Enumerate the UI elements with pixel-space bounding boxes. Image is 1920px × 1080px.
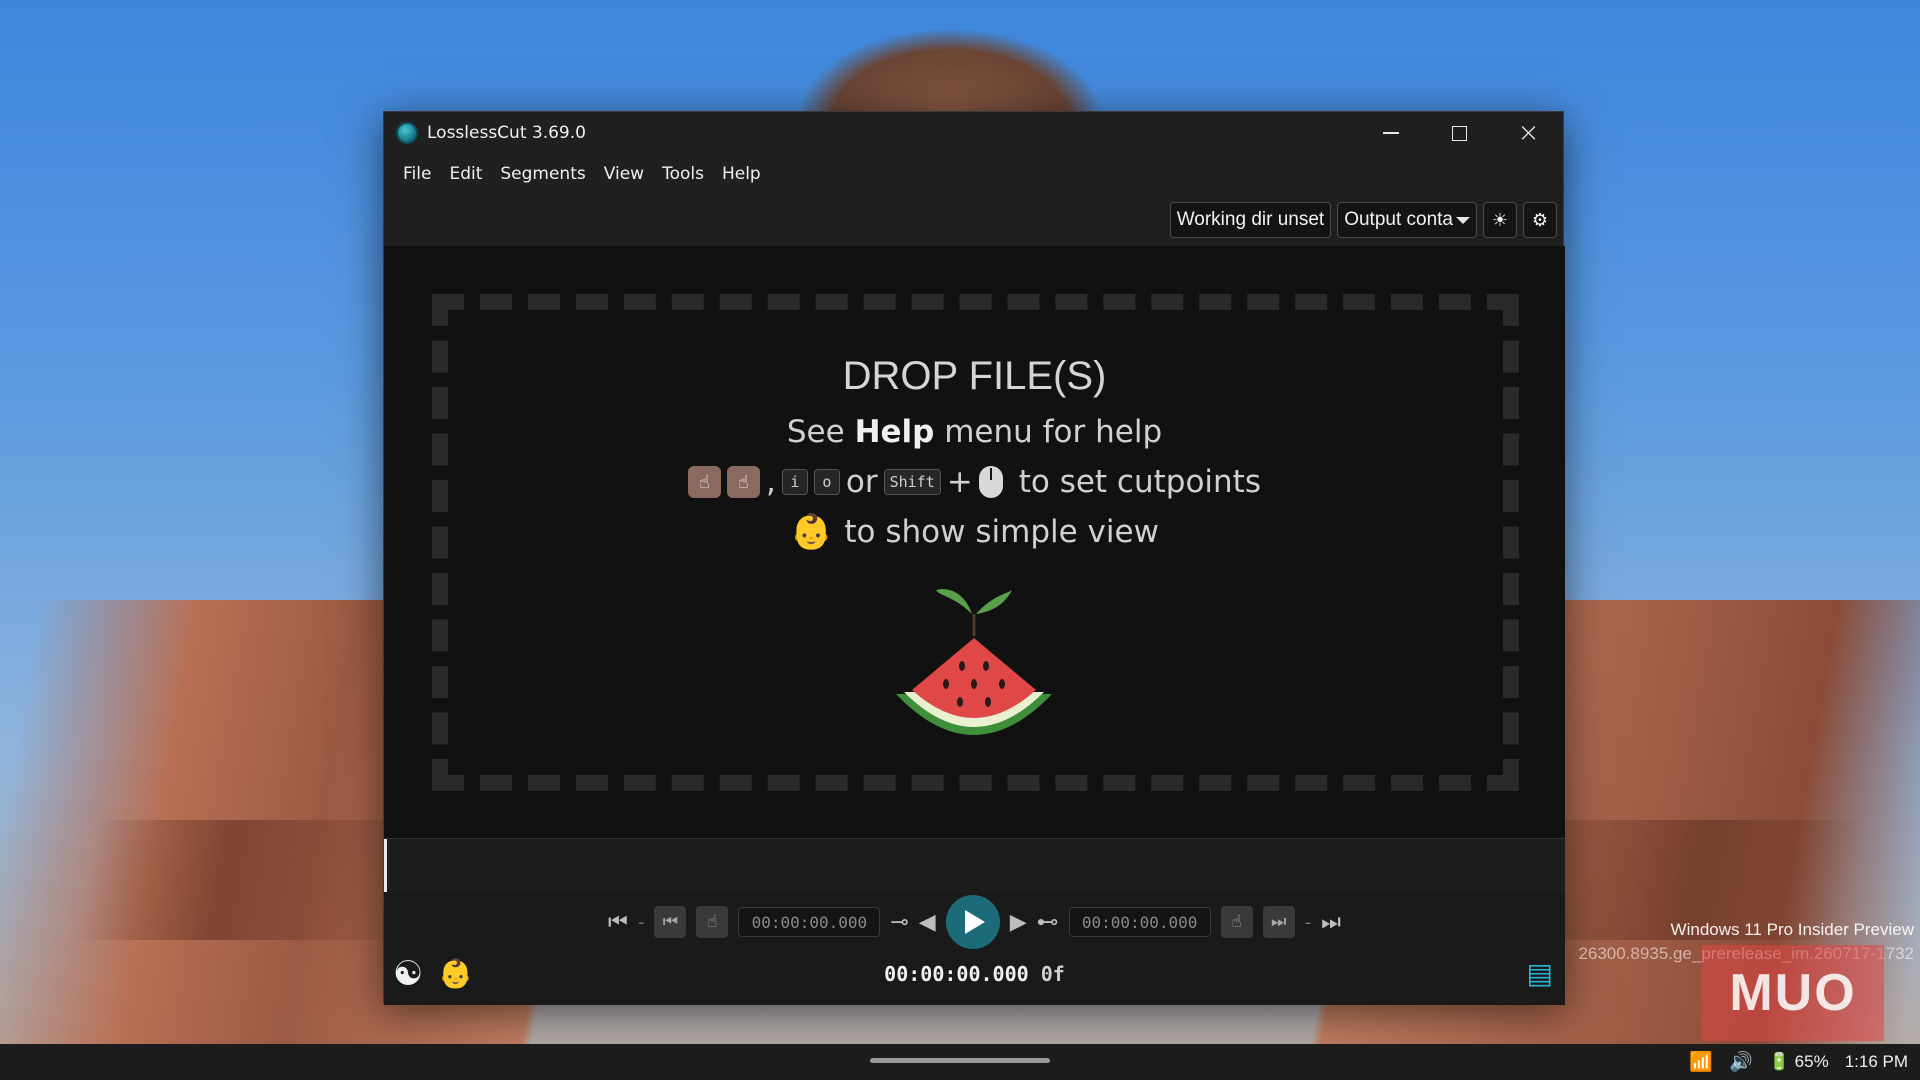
cutpoints-text: to set cutpoints (1018, 464, 1261, 500)
minimize-icon (1382, 132, 1399, 134)
drop-title: DROP FILE(S) (842, 354, 1107, 398)
watermark-line1: Windows 11 Pro Insider Preview (1670, 920, 1914, 939)
hint-plus: + (946, 464, 973, 500)
simple-view-hint: 👶 to show simple view (384, 512, 1565, 552)
menu-bar: File Edit Segments View Tools Help (384, 154, 1563, 194)
wallpaper-tower-top (800, 30, 1100, 120)
set-cut-start-button[interactable]: ☝ (696, 906, 729, 938)
window-controls: × (1356, 112, 1563, 154)
menu-tools[interactable]: Tools (653, 154, 713, 194)
key-i: i (781, 469, 808, 495)
cut-end-time[interactable]: 00:00:00.000 (1068, 907, 1211, 937)
jump-start-button[interactable]: ⏮ (608, 910, 628, 935)
playback-controls: ⏮ - ⏮ ☝ 00:00:00.000 ⊸ ◀ ▶ ⊷ 00:00:00.00… (384, 892, 1565, 1005)
end-dash: - (1304, 911, 1312, 933)
play-icon (965, 910, 986, 934)
timeline[interactable] (384, 838, 1565, 893)
maximize-icon (1452, 125, 1467, 141)
minimize-button[interactable] (1356, 112, 1425, 154)
top-toolbar: Working dir unset Output conta ☀ ⚙ (384, 194, 1563, 246)
menu-edit[interactable]: Edit (440, 154, 491, 194)
simple-view-text: to show simple view (844, 514, 1159, 550)
prev-keyframe-button[interactable]: ⊸ (890, 910, 908, 935)
segments-list-icon[interactable]: ▤ (1527, 958, 1553, 990)
watermelon-logo-icon (896, 589, 1052, 735)
mouse-icon (978, 466, 1003, 498)
cutpoints-hint: ☝ ☝ , i o or Shift + to set cutpoints (384, 464, 1565, 500)
drop-help-text: See Help menu for help (384, 414, 1565, 450)
theme-toggle-button[interactable]: ☀ (1483, 202, 1517, 238)
title-bar[interactable]: LosslessCut 3.69.0 × (384, 112, 1563, 154)
system-tray: 📶 🔊 🔋 65% 1:16 PM (1689, 1044, 1908, 1080)
muo-logo: MUO (1702, 945, 1884, 1041)
clock[interactable]: 1:16 PM (1845, 1052, 1908, 1072)
help-prefix: See (786, 414, 855, 450)
battery-indicator[interactable]: 🔋 65% (1769, 1052, 1829, 1072)
help-suffix: menu for help (934, 414, 1163, 450)
app-icon (396, 122, 418, 144)
menu-file[interactable]: File (394, 154, 440, 194)
window-title: LosslessCut 3.69.0 (427, 123, 586, 143)
key-o: o (813, 469, 840, 495)
current-timecode[interactable]: 00:00:00.000 0f (384, 962, 1565, 986)
jump-segment-start-button[interactable]: ⏮ (654, 906, 687, 938)
current-frames: 0f (1040, 962, 1065, 986)
menu-segments[interactable]: Segments (491, 154, 594, 194)
chevron-down-icon (1456, 216, 1470, 224)
taskbar: 📶 🔊 🔋 65% 1:16 PM (0, 1044, 1920, 1080)
jump-segment-end-button[interactable]: ⏭ (1262, 906, 1295, 938)
controls-row: ⏮ - ⏮ ☝ 00:00:00.000 ⊸ ◀ ▶ ⊷ 00:00:00.00… (384, 895, 1565, 949)
help-bold: Help (854, 414, 935, 450)
close-icon: × (1517, 118, 1540, 148)
close-button[interactable]: × (1494, 112, 1563, 154)
hand-left-icon: ☝ (688, 466, 721, 498)
working-dir-label: Working dir unset (1176, 209, 1325, 230)
output-container-label: Output conta (1344, 209, 1453, 230)
battery-percent: 65% (1794, 1052, 1829, 1071)
current-time: 00:00:00.000 (884, 962, 1029, 986)
working-dir-button[interactable]: Working dir unset (1169, 202, 1332, 238)
key-shift: Shift (883, 469, 941, 495)
menu-help[interactable]: Help (713, 154, 770, 194)
hand-right-icon: ☝ (727, 466, 760, 498)
home-indicator[interactable] (870, 1058, 1050, 1063)
cut-start-time[interactable]: 00:00:00.000 (738, 907, 881, 937)
timeline-cursor[interactable] (384, 839, 387, 893)
settings-button[interactable]: ⚙ (1523, 202, 1557, 238)
hint-or: or (845, 464, 878, 500)
gear-icon: ⚙ (1531, 209, 1549, 230)
drop-zone[interactable]: DROP FILE(S) See Help menu for help ☝ ☝ … (384, 246, 1565, 838)
play-button[interactable] (945, 895, 1000, 949)
battery-icon: 🔋 (1768, 1052, 1790, 1071)
app-window: LosslessCut 3.69.0 × File Edit Segments … (383, 111, 1565, 1005)
set-cut-end-button[interactable]: ☝ (1220, 906, 1253, 938)
prev-frame-button[interactable]: ◀ (919, 910, 936, 935)
start-dash: - (637, 911, 645, 933)
status-row: ☯ 👶 00:00:00.000 0f ▤ (384, 952, 1565, 996)
volume-icon[interactable]: 🔊 (1729, 1050, 1753, 1074)
output-container-select[interactable]: Output conta (1337, 202, 1477, 238)
menu-view[interactable]: View (595, 154, 653, 194)
sun-icon: ☀ (1491, 209, 1509, 230)
maximize-button[interactable] (1425, 112, 1494, 154)
wifi-icon[interactable]: 📶 (1689, 1050, 1713, 1074)
hint-comma: , (766, 464, 776, 500)
next-keyframe-button[interactable]: ⊷ (1037, 910, 1059, 935)
next-frame-button[interactable]: ▶ (1010, 910, 1027, 935)
baby-icon: 👶 (790, 512, 833, 552)
jump-end-button[interactable]: ⏭ (1321, 910, 1341, 935)
